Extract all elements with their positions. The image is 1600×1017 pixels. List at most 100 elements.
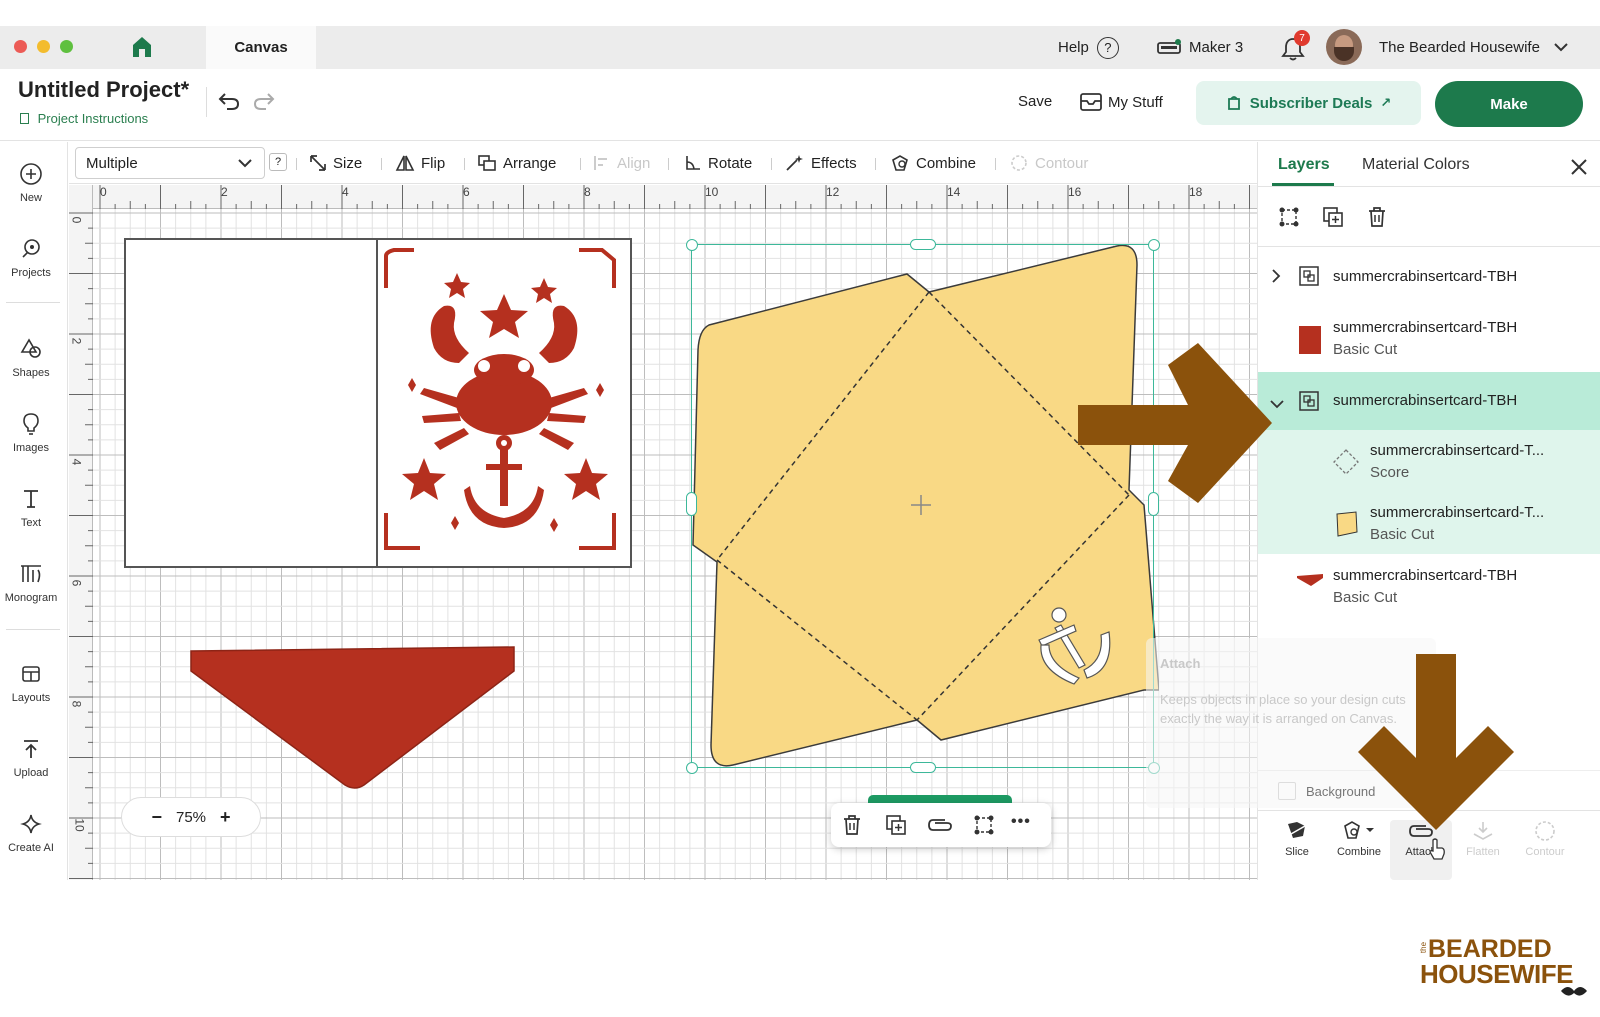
monogram-icon (21, 565, 41, 583)
attach-icon[interactable] (927, 816, 953, 839)
selection-handle[interactable] (686, 762, 698, 774)
operation-help-button[interactable]: ? (269, 153, 287, 171)
flip-label: Flip (421, 154, 446, 172)
liner-shape[interactable] (189, 645, 517, 791)
tooltip-title: Attach (1160, 656, 1201, 671)
design-canvas[interactable]: 0 2 4 6 8 10 12 14 16 18 0 2 4 6 8 10 ••… (69, 185, 1257, 880)
group-icon[interactable] (973, 814, 995, 841)
contour-button[interactable]: Contour (1514, 820, 1576, 880)
ruler-tick-label: 2 (221, 185, 228, 199)
subscriber-deals-button[interactable]: Subscriber Deals ↗ (1196, 81, 1421, 125)
arrange-button[interactable]: Arrange (477, 142, 556, 184)
contour-label: Contour (1525, 846, 1565, 858)
sidebar-item-shapes[interactable]: Shapes (0, 337, 62, 397)
slice-label: Slice (1285, 846, 1309, 858)
duplicate-icon[interactable] (885, 814, 907, 841)
avatar[interactable] (1326, 29, 1362, 65)
operation-select[interactable]: Multiple (75, 147, 265, 179)
sidebar-item-upload[interactable]: Upload (0, 737, 62, 797)
trash-icon[interactable] (1366, 206, 1388, 233)
contour-button[interactable]: Contour (1009, 142, 1088, 184)
notification-bell-icon[interactable]: 7 (1280, 30, 1310, 62)
layer-swatch (1334, 510, 1360, 542)
make-button[interactable]: Make (1435, 81, 1583, 127)
maximize-window-button[interactable] (60, 40, 73, 53)
sidebar-item-monogram[interactable]: Monogram (0, 562, 62, 622)
my-stuff-label: My Stuff (1108, 93, 1163, 111)
sidebar-label-create-ai: Create AI (8, 842, 54, 854)
crab-card-design[interactable] (124, 238, 632, 568)
my-stuff-button[interactable]: My Stuff (1080, 93, 1163, 111)
sparkle-icon (20, 814, 42, 834)
layer-row[interactable]: summercrabinsertcard-T... Basic Cut (1258, 494, 1600, 554)
zoom-in-button[interactable]: + (220, 807, 231, 828)
combine-button[interactable]: Combine (890, 142, 976, 184)
sidebar-item-layouts[interactable]: Layouts (0, 662, 62, 722)
slice-button[interactable]: Slice (1266, 820, 1328, 880)
selection-handle[interactable] (686, 492, 697, 516)
selection-handle[interactable] (910, 762, 936, 773)
group-icon[interactable] (1278, 206, 1300, 233)
ruler-tick-label: 16 (1068, 185, 1082, 199)
toolbar-divider (464, 158, 465, 170)
sidebar-item-images[interactable]: Images (0, 412, 62, 472)
ruler-tick-label: 2 (69, 337, 84, 345)
layer-operation: Basic Cut (1370, 526, 1435, 543)
bulb-icon (23, 413, 39, 435)
effects-button[interactable]: Effects (785, 142, 857, 184)
sidebar-item-create-ai[interactable]: Create AI (0, 812, 62, 872)
more-options-icon[interactable]: ••• (1011, 813, 1031, 831)
operation-select-value: Multiple (86, 154, 138, 172)
layer-row[interactable]: summercrabinsertcard-TBH Basic Cut (1258, 558, 1600, 614)
tab-material-colors[interactable]: Material Colors (1362, 156, 1470, 174)
close-icon[interactable] (1570, 158, 1588, 181)
brand-line2: HOUSEWIFE (1420, 959, 1573, 989)
layer-row[interactable]: summercrabinsertcard-TBH (1258, 254, 1600, 302)
selection-box[interactable] (691, 244, 1154, 768)
layer-name: summercrabinsertcard-TBH (1333, 319, 1518, 336)
ruler-tick-label: 6 (69, 579, 84, 587)
contour-label: Contour (1035, 154, 1089, 172)
selection-handle[interactable] (686, 239, 698, 251)
tab-canvas[interactable]: Canvas (206, 26, 316, 69)
layer-row-selected[interactable]: summercrabinsertcard-TBH (1258, 372, 1600, 430)
rotate-button[interactable]: Rotate (684, 142, 752, 184)
machine-selector[interactable]: Maker 3 (1157, 26, 1243, 69)
left-sidebar: New Projects Shapes Images Text Monogram… (0, 142, 68, 880)
sidebar-item-projects[interactable]: Projects (0, 237, 62, 297)
sidebar-label-monogram: Monogram (4, 592, 58, 604)
undo-icon[interactable] (217, 91, 241, 116)
minimize-window-button[interactable] (37, 40, 50, 53)
tab-layers[interactable]: Layers (1278, 156, 1330, 174)
floating-action-bar: ••• (831, 803, 1051, 847)
align-button[interactable]: Align (593, 142, 650, 184)
ruler-tick-label: 10 (72, 818, 87, 832)
ruler-tick-label: 6 (463, 185, 470, 199)
project-instructions-link[interactable]: Project Instructions (20, 111, 148, 126)
duplicate-icon[interactable] (1322, 206, 1344, 233)
slice-icon (1288, 822, 1306, 838)
help-button[interactable]: Help ? (1058, 26, 1119, 69)
home-icon[interactable] (132, 36, 152, 58)
layer-row[interactable]: summercrabinsertcard-TBH Basic Cut (1258, 310, 1600, 366)
selection-handle[interactable] (910, 239, 936, 250)
user-menu[interactable]: The Bearded Housewife (1379, 26, 1568, 69)
layer-name: summercrabinsertcard-T... (1370, 504, 1545, 521)
project-title[interactable]: Untitled Project* (18, 77, 189, 103)
sidebar-item-text[interactable]: Text (0, 487, 62, 547)
zoom-out-button[interactable]: − (151, 807, 162, 828)
flip-button[interactable]: Flip (395, 142, 445, 184)
background-checkbox[interactable] (1278, 782, 1296, 800)
ruler-tick-label: 0 (69, 216, 84, 224)
close-window-button[interactable] (14, 40, 27, 53)
layouts-icon (22, 666, 40, 682)
sidebar-item-new[interactable]: New (0, 162, 62, 222)
size-button[interactable]: Size (309, 142, 362, 184)
tag-icon (1227, 96, 1240, 110)
selection-handle[interactable] (1148, 239, 1160, 251)
trash-icon[interactable] (841, 814, 863, 841)
save-button[interactable]: Save (1018, 93, 1052, 110)
redo-icon[interactable] (252, 91, 276, 116)
contour-icon (1011, 155, 1027, 171)
layer-row[interactable]: summercrabinsertcard-T... Score (1258, 432, 1600, 492)
